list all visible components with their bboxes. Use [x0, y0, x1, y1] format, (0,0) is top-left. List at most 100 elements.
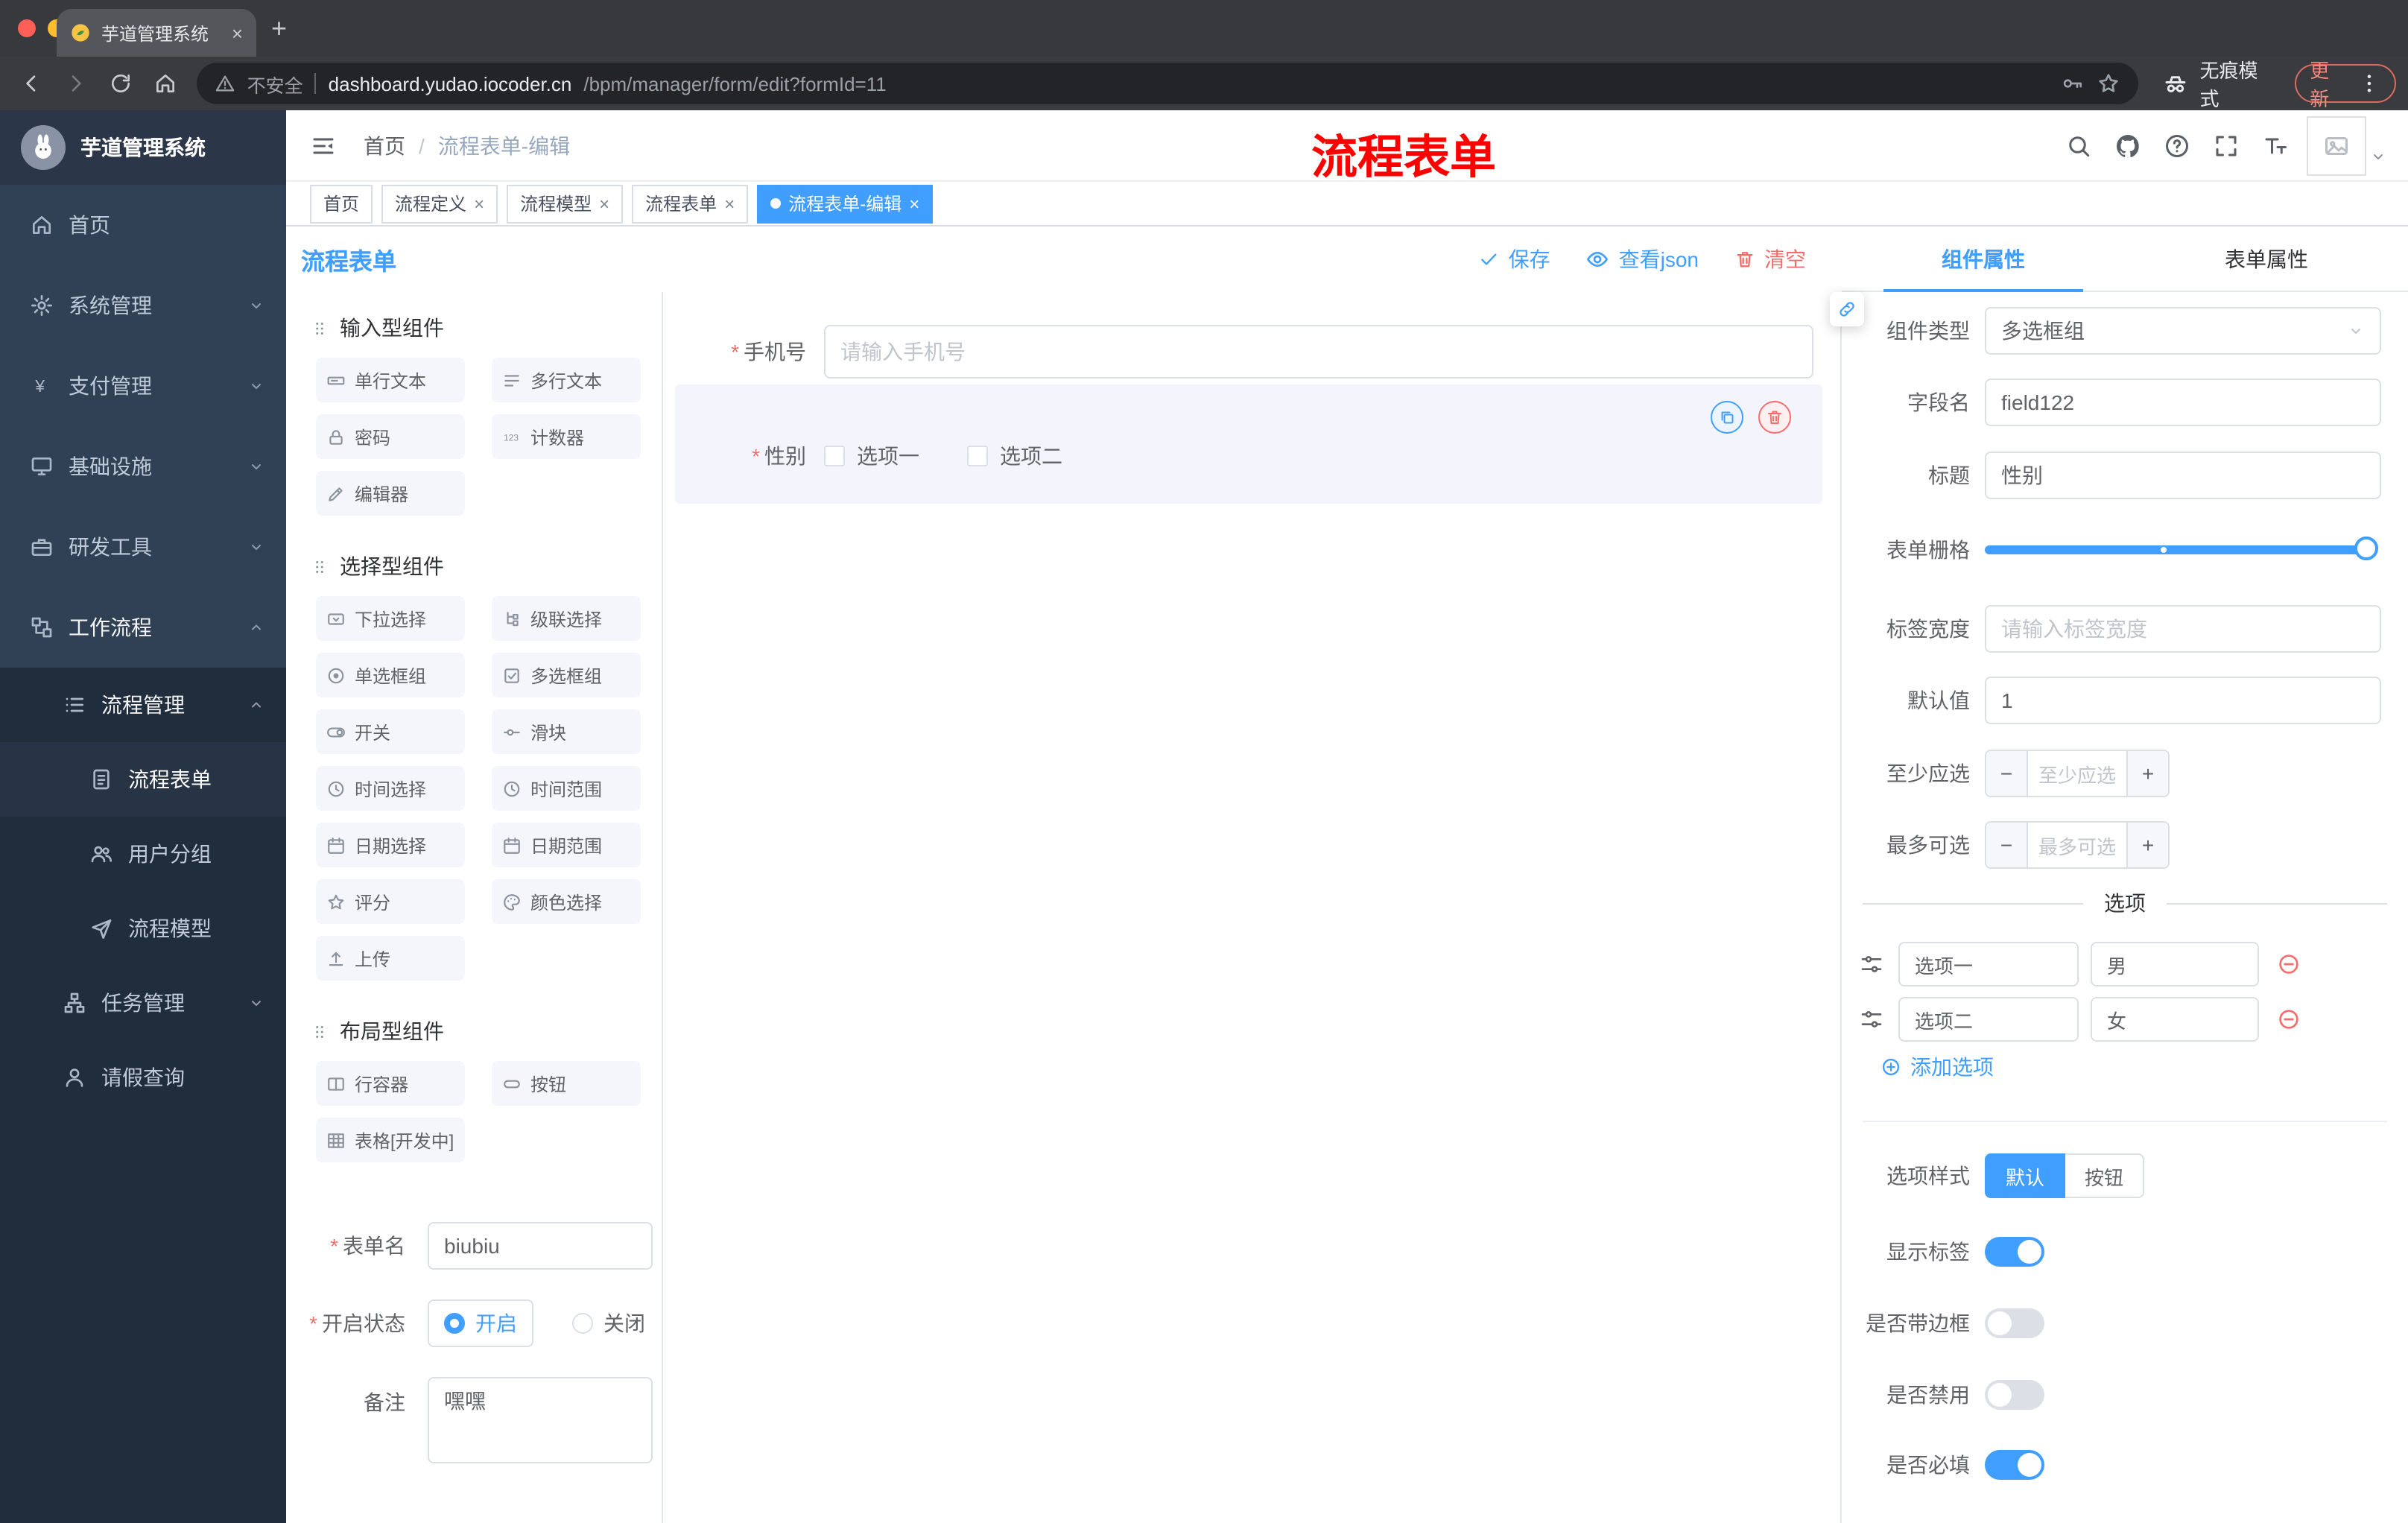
sidebar-item-process-management[interactable]: 流程管理: [0, 668, 286, 742]
tag-process-form-edit[interactable]: 流程表单-编辑 ×: [757, 184, 934, 223]
gender-option1-checkbox[interactable]: 选项一: [824, 441, 919, 471]
label-width-input[interactable]: [1985, 605, 2381, 653]
fullscreen-icon[interactable]: [2213, 132, 2240, 159]
palette-item-counter[interactable]: 计数器: [492, 414, 641, 459]
gender-option2-checkbox[interactable]: 选项二: [967, 441, 1062, 471]
phone-field-row[interactable]: * 手机号: [663, 325, 1813, 379]
delete-field-button[interactable]: [1758, 401, 1791, 434]
palette-item-time-range[interactable]: 时间范围: [492, 766, 641, 811]
sidebar-item-task-management[interactable]: 任务管理: [0, 966, 286, 1040]
palette-item-switch[interactable]: 开关: [316, 709, 465, 754]
view-json-button[interactable]: 查看json: [1586, 244, 1699, 274]
style-button-button[interactable]: 按钮: [2065, 1153, 2145, 1198]
palette-item-editor[interactable]: 编辑器: [316, 471, 465, 516]
component-type-select[interactable]: 多选框组: [1985, 307, 2381, 355]
palette-item-color-picker[interactable]: 颜色选择: [492, 879, 641, 924]
remove-option-icon[interactable]: [2277, 952, 2301, 976]
sidebar-item-process-form[interactable]: 流程表单: [0, 742, 286, 817]
sidebar-collapse-icon[interactable]: [310, 132, 337, 159]
title-input[interactable]: [1985, 452, 2381, 499]
sidebar-item-leave-query[interactable]: 请假查询: [0, 1040, 286, 1115]
bookmark-star-icon[interactable]: [2097, 72, 2121, 95]
font-size-icon[interactable]: [2262, 132, 2289, 159]
tag-close-icon[interactable]: ×: [724, 193, 735, 214]
option-value-input[interactable]: [2091, 997, 2259, 1042]
security-label[interactable]: 不安全: [247, 69, 303, 98]
sidebar-logo[interactable]: 芋道管理系统: [0, 110, 286, 185]
sidebar-item-workflow[interactable]: 工作流程: [0, 587, 286, 668]
duplicate-field-button[interactable]: [1711, 401, 1743, 434]
form-canvas[interactable]: *手机号 *性别 选项一 选项二: [663, 292, 1842, 1523]
link-anchor-button[interactable]: [1830, 292, 1864, 326]
tag-process-model[interactable]: 流程模型 ×: [507, 184, 624, 223]
sidebar-item-infrastructure[interactable]: 基础设施: [0, 426, 286, 507]
palette-item-upload[interactable]: 上传: [316, 936, 465, 981]
browser-update-button[interactable]: 更新: [2295, 60, 2397, 110]
user-avatar[interactable]: [2307, 115, 2366, 175]
palette-item-date-picker[interactable]: 日期选择: [316, 823, 465, 867]
sidebar-item-dev-tools[interactable]: 研发工具: [0, 507, 286, 587]
disabled-switch[interactable]: [1985, 1380, 2044, 1410]
avatar-caret-icon[interactable]: [2369, 147, 2387, 165]
browser-home-button[interactable]: [146, 64, 185, 103]
forward-button[interactable]: [57, 64, 95, 103]
window-close-button[interactable]: [18, 19, 36, 37]
style-default-button[interactable]: 默认: [1985, 1153, 2066, 1198]
minus-icon[interactable]: −: [1986, 751, 2028, 796]
palette-item-time-picker[interactable]: 时间选择: [316, 766, 465, 811]
browser-tab[interactable]: 芋道管理系统 ×: [57, 9, 256, 57]
tab-component-props[interactable]: 组件属性: [1842, 227, 2125, 292]
new-tab-button[interactable]: +: [271, 13, 287, 43]
address-bar[interactable]: 不安全 dashboard.yudao.iocoder.cn/bpm/manag…: [196, 63, 2139, 104]
grid-slider[interactable]: [1985, 536, 2378, 560]
search-icon[interactable]: [2065, 132, 2092, 159]
field-name-input[interactable]: [1985, 379, 2381, 426]
palette-item-password[interactable]: 密码: [316, 414, 465, 459]
form-remark-textarea[interactable]: 嘿嘿: [428, 1377, 653, 1463]
status-on-radio[interactable]: 开启: [428, 1299, 533, 1347]
plus-icon[interactable]: +: [2126, 751, 2168, 796]
back-button[interactable]: [12, 64, 51, 103]
palette-item-table[interactable]: 表格[开发中]: [316, 1118, 465, 1162]
form-name-input[interactable]: [428, 1222, 653, 1270]
option-label-input[interactable]: [1898, 997, 2079, 1042]
password-key-icon[interactable]: [2062, 72, 2085, 95]
tag-process-definition[interactable]: 流程定义 ×: [381, 184, 498, 223]
sidebar-item-user-group[interactable]: 用户分组: [0, 817, 286, 891]
tab-close-icon[interactable]: ×: [232, 22, 243, 44]
palette-item-rate[interactable]: 评分: [316, 879, 465, 924]
option-label-input[interactable]: [1898, 942, 2079, 987]
show-label-switch[interactable]: [1985, 1237, 2044, 1267]
browser-menu-icon[interactable]: [2357, 72, 2381, 95]
minus-icon[interactable]: −: [1986, 823, 2028, 867]
tag-process-form[interactable]: 流程表单 ×: [632, 184, 749, 223]
status-off-radio[interactable]: 关闭: [572, 1299, 645, 1347]
drag-handle-icon[interactable]: [1860, 1007, 1883, 1031]
sidebar-item-system-management[interactable]: 系统管理: [0, 265, 286, 346]
border-switch[interactable]: [1985, 1308, 2044, 1338]
palette-item-row-container[interactable]: 行容器: [316, 1061, 465, 1106]
github-icon[interactable]: [2114, 132, 2141, 159]
default-value-input[interactable]: [1985, 677, 2381, 724]
palette-item-checkbox-group[interactable]: 多选框组: [492, 653, 641, 697]
remove-option-icon[interactable]: [2277, 1007, 2301, 1031]
sidebar-item-process-model[interactable]: 流程模型: [0, 891, 286, 966]
palette-item-multi-line-text[interactable]: 多行文本: [492, 358, 641, 402]
slider-handle[interactable]: [2354, 536, 2378, 560]
option-value-input[interactable]: [2091, 942, 2259, 987]
add-option-button[interactable]: 添加选项: [1881, 1052, 1994, 1082]
reload-button[interactable]: [101, 64, 140, 103]
tag-close-icon[interactable]: ×: [909, 193, 919, 214]
plus-icon[interactable]: +: [2126, 823, 2168, 867]
palette-item-radio-group[interactable]: 单选框组: [316, 653, 465, 697]
tab-form-props[interactable]: 表单属性: [2125, 227, 2408, 291]
sidebar-item-payment-management[interactable]: 支付管理: [0, 346, 286, 426]
breadcrumb-home[interactable]: 首页: [364, 130, 405, 160]
palette-item-button[interactable]: 按钮: [492, 1061, 641, 1106]
tag-home[interactable]: 首页: [310, 184, 373, 223]
drag-handle-icon[interactable]: [1860, 952, 1883, 976]
help-icon[interactable]: [2164, 132, 2190, 159]
palette-item-cascader[interactable]: 级联选择: [492, 596, 641, 641]
required-switch[interactable]: [1985, 1450, 2044, 1480]
selected-gender-field[interactable]: * 性别 选项一 选项二: [675, 384, 1822, 504]
